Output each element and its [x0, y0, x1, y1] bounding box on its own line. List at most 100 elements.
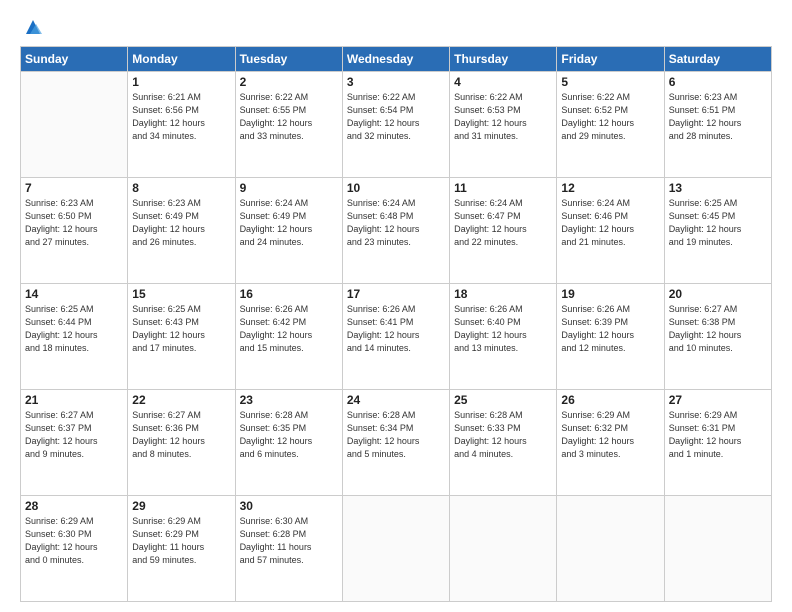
calendar-table: SundayMondayTuesdayWednesdayThursdayFrid… — [20, 46, 772, 602]
day-number: 2 — [240, 75, 338, 89]
day-info: Sunrise: 6:22 AM Sunset: 6:54 PM Dayligh… — [347, 91, 445, 143]
calendar-cell: 18 Sunrise: 6:26 AM Sunset: 6:40 PM Dayli… — [450, 284, 557, 390]
day-info: Sunrise: 6:22 AM Sunset: 6:53 PM Dayligh… — [454, 91, 552, 143]
day-number: 7 — [25, 181, 123, 195]
day-info: Sunrise: 6:28 AM Sunset: 6:33 PM Dayligh… — [454, 409, 552, 461]
calendar-cell: 7 Sunrise: 6:23 AM Sunset: 6:50 PM Daylig… — [21, 178, 128, 284]
day-info: Sunrise: 6:26 AM Sunset: 6:41 PM Dayligh… — [347, 303, 445, 355]
calendar-cell: 20 Sunrise: 6:27 AM Sunset: 6:38 PM Dayli… — [664, 284, 771, 390]
day-number: 11 — [454, 181, 552, 195]
weekday-header-tuesday: Tuesday — [235, 47, 342, 72]
day-number: 28 — [25, 499, 123, 513]
calendar-cell: 13 Sunrise: 6:25 AM Sunset: 6:45 PM Dayli… — [664, 178, 771, 284]
logo-icon — [22, 16, 44, 38]
weekday-header-friday: Friday — [557, 47, 664, 72]
day-info: Sunrise: 6:26 AM Sunset: 6:39 PM Dayligh… — [561, 303, 659, 355]
calendar-cell: 30 Sunrise: 6:30 AM Sunset: 6:28 PM Dayli… — [235, 496, 342, 602]
day-number: 10 — [347, 181, 445, 195]
calendar-cell: 2 Sunrise: 6:22 AM Sunset: 6:55 PM Daylig… — [235, 72, 342, 178]
weekday-header-monday: Monday — [128, 47, 235, 72]
day-number: 19 — [561, 287, 659, 301]
weekday-header-row: SundayMondayTuesdayWednesdayThursdayFrid… — [21, 47, 772, 72]
day-info: Sunrise: 6:23 AM Sunset: 6:51 PM Dayligh… — [669, 91, 767, 143]
calendar-cell: 15Sunrise: 6:25 AM Sunset: 6:43 PM Dayli… — [128, 284, 235, 390]
day-number: 21 — [25, 393, 123, 407]
day-number: 23 — [240, 393, 338, 407]
day-info: Sunrise: 6:24 AM Sunset: 6:48 PM Dayligh… — [347, 197, 445, 249]
calendar-cell: 12 Sunrise: 6:24 AM Sunset: 6:46 PM Dayli… — [557, 178, 664, 284]
day-number: 22 — [132, 393, 230, 407]
calendar-cell: 24 Sunrise: 6:28 AM Sunset: 6:34 PM Dayli… — [342, 390, 449, 496]
day-info: Sunrise: 6:25 AM Sunset: 6:43 PM Dayligh… — [132, 303, 230, 355]
day-number: 8 — [132, 181, 230, 195]
calendar-cell: 21 Sunrise: 6:27 AM Sunset: 6:37 PM Dayli… — [21, 390, 128, 496]
day-number: 26 — [561, 393, 659, 407]
day-info: Sunrise: 6:26 AM Sunset: 6:42 PM Dayligh… — [240, 303, 338, 355]
day-info: Sunrise: 6:22 AM Sunset: 6:52 PM Dayligh… — [561, 91, 659, 143]
weekday-header-saturday: Saturday — [664, 47, 771, 72]
day-info: Sunrise: 6:25 AM Sunset: 6:45 PM Dayligh… — [669, 197, 767, 249]
day-info: Sunrise: 6:26 AM Sunset: 6:40 PM Dayligh… — [454, 303, 552, 355]
day-info: Sunrise: 6:29 AM Sunset: 6:30 PM Dayligh… — [25, 515, 123, 567]
calendar-cell — [557, 496, 664, 602]
calendar-cell — [342, 496, 449, 602]
day-info: Sunrise: 6:27 AM Sunset: 6:36 PM Dayligh… — [132, 409, 230, 461]
calendar-cell: 25 Sunrise: 6:28 AM Sunset: 6:33 PM Dayli… — [450, 390, 557, 496]
day-number: 25 — [454, 393, 552, 407]
day-info: Sunrise: 6:27 AM Sunset: 6:38 PM Dayligh… — [669, 303, 767, 355]
day-info: Sunrise: 6:21 AM Sunset: 6:56 PM Dayligh… — [132, 91, 230, 143]
day-number: 13 — [669, 181, 767, 195]
day-info: Sunrise: 6:25 AM Sunset: 6:44 PM Dayligh… — [25, 303, 123, 355]
calendar-cell — [450, 496, 557, 602]
day-info: Sunrise: 6:29 AM Sunset: 6:32 PM Dayligh… — [561, 409, 659, 461]
day-info: Sunrise: 6:29 AM Sunset: 6:31 PM Dayligh… — [669, 409, 767, 461]
weekday-header-thursday: Thursday — [450, 47, 557, 72]
day-info: Sunrise: 6:27 AM Sunset: 6:37 PM Dayligh… — [25, 409, 123, 461]
day-number: 18 — [454, 287, 552, 301]
calendar-week-row: 28 Sunrise: 6:29 AM Sunset: 6:30 PM Dayli… — [21, 496, 772, 602]
day-info: Sunrise: 6:30 AM Sunset: 6:28 PM Dayligh… — [240, 515, 338, 567]
day-info: Sunrise: 6:23 AM Sunset: 6:49 PM Dayligh… — [132, 197, 230, 249]
day-number: 5 — [561, 75, 659, 89]
day-info: Sunrise: 6:22 AM Sunset: 6:55 PM Dayligh… — [240, 91, 338, 143]
weekday-header-sunday: Sunday — [21, 47, 128, 72]
day-number: 12 — [561, 181, 659, 195]
calendar-week-row: 14Sunrise: 6:25 AM Sunset: 6:44 PM Dayli… — [21, 284, 772, 390]
calendar-cell: 17Sunrise: 6:26 AM Sunset: 6:41 PM Dayli… — [342, 284, 449, 390]
calendar-cell: 16 Sunrise: 6:26 AM Sunset: 6:42 PM Dayli… — [235, 284, 342, 390]
day-info: Sunrise: 6:24 AM Sunset: 6:47 PM Dayligh… — [454, 197, 552, 249]
calendar-cell: 5 Sunrise: 6:22 AM Sunset: 6:52 PM Daylig… — [557, 72, 664, 178]
calendar-cell: 3 Sunrise: 6:22 AM Sunset: 6:54 PM Daylig… — [342, 72, 449, 178]
day-info: Sunrise: 6:28 AM Sunset: 6:34 PM Dayligh… — [347, 409, 445, 461]
header — [20, 18, 772, 38]
calendar-cell: 19 Sunrise: 6:26 AM Sunset: 6:39 PM Dayli… — [557, 284, 664, 390]
calendar-week-row: 1 Sunrise: 6:21 AM Sunset: 6:56 PM Daylig… — [21, 72, 772, 178]
calendar-cell — [664, 496, 771, 602]
calendar-cell: 28 Sunrise: 6:29 AM Sunset: 6:30 PM Dayli… — [21, 496, 128, 602]
day-number: 1 — [132, 75, 230, 89]
calendar-cell: 14Sunrise: 6:25 AM Sunset: 6:44 PM Dayli… — [21, 284, 128, 390]
calendar-cell: 23 Sunrise: 6:28 AM Sunset: 6:35 PM Dayli… — [235, 390, 342, 496]
day-info: Sunrise: 6:28 AM Sunset: 6:35 PM Dayligh… — [240, 409, 338, 461]
day-number: 27 — [669, 393, 767, 407]
day-info: Sunrise: 6:29 AM Sunset: 6:29 PM Dayligh… — [132, 515, 230, 567]
day-info: Sunrise: 6:23 AM Sunset: 6:50 PM Dayligh… — [25, 197, 123, 249]
calendar-cell: 10 Sunrise: 6:24 AM Sunset: 6:48 PM Dayli… — [342, 178, 449, 284]
day-number: 3 — [347, 75, 445, 89]
calendar-cell: 9Sunrise: 6:24 AM Sunset: 6:49 PM Daylig… — [235, 178, 342, 284]
day-number: 6 — [669, 75, 767, 89]
weekday-header-wednesday: Wednesday — [342, 47, 449, 72]
day-number: 9 — [240, 181, 338, 195]
calendar-cell: 11 Sunrise: 6:24 AM Sunset: 6:47 PM Dayli… — [450, 178, 557, 284]
logo — [20, 18, 44, 38]
calendar-cell: 22 Sunrise: 6:27 AM Sunset: 6:36 PM Dayli… — [128, 390, 235, 496]
calendar-cell: 6 Sunrise: 6:23 AM Sunset: 6:51 PM Daylig… — [664, 72, 771, 178]
day-number: 16 — [240, 287, 338, 301]
day-number: 4 — [454, 75, 552, 89]
day-info: Sunrise: 6:24 AM Sunset: 6:46 PM Dayligh… — [561, 197, 659, 249]
calendar-week-row: 21 Sunrise: 6:27 AM Sunset: 6:37 PM Dayli… — [21, 390, 772, 496]
day-number: 20 — [669, 287, 767, 301]
calendar-cell: 27 Sunrise: 6:29 AM Sunset: 6:31 PM Dayli… — [664, 390, 771, 496]
day-number: 30 — [240, 499, 338, 513]
day-number: 24 — [347, 393, 445, 407]
